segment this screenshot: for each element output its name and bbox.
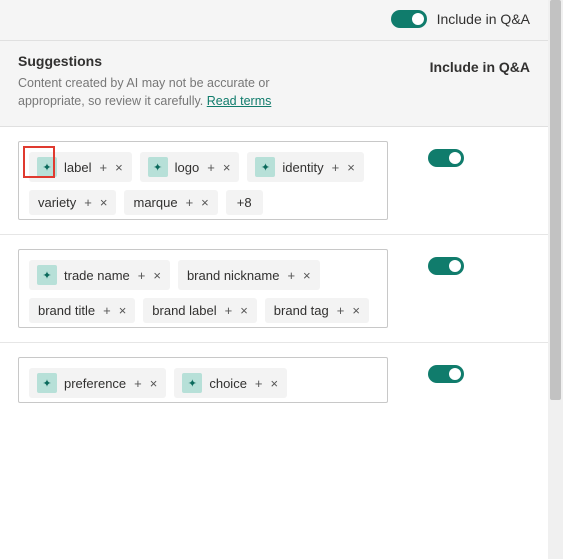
suggestions-title: Suggestions <box>18 53 338 69</box>
sparkle-icon: ✦ <box>37 265 57 285</box>
suggestion-row: ✦ preference + × ✦ choice + × <box>0 343 548 417</box>
close-icon[interactable]: × <box>152 268 162 283</box>
chip-label: choice <box>208 376 248 391</box>
sparkle-icon: ✦ <box>37 157 57 177</box>
close-icon[interactable]: × <box>346 160 356 175</box>
chip-box: ✦ label + × ✦ logo + × ✦ identity + × va… <box>18 141 388 220</box>
chip-label: brand title <box>37 303 96 318</box>
read-terms-link[interactable]: Read terms <box>207 94 272 108</box>
include-qna-label-top: Include in Q&A <box>437 11 530 27</box>
close-icon[interactable]: × <box>200 195 210 210</box>
chip[interactable]: ✦ label + × <box>29 152 132 182</box>
chip[interactable]: marque + × <box>124 190 217 215</box>
add-icon[interactable]: + <box>185 195 195 210</box>
chip-label: brand label <box>151 303 217 318</box>
chip-box: ✦ preference + × ✦ choice + × <box>18 357 388 403</box>
suggestion-row: ✦ label + × ✦ logo + × ✦ identity + × va… <box>0 127 548 235</box>
add-icon[interactable]: + <box>206 160 216 175</box>
add-icon[interactable]: + <box>254 376 264 391</box>
chip[interactable]: ✦ identity + × <box>247 152 363 182</box>
add-icon[interactable]: + <box>137 268 147 283</box>
overflow-label: +8 <box>236 195 253 210</box>
close-icon[interactable]: × <box>149 376 159 391</box>
chip[interactable]: ✦ choice + × <box>174 368 287 398</box>
add-icon[interactable]: + <box>286 268 296 283</box>
include-qna-toggle-top[interactable] <box>391 10 427 28</box>
chip[interactable]: brand label + × <box>143 298 257 323</box>
overflow-chip[interactable]: +8 <box>226 190 263 215</box>
chip-label: brand tag <box>273 303 330 318</box>
column-header-include: Include in Q&A <box>430 53 530 75</box>
include-qna-toggle[interactable] <box>428 149 464 167</box>
add-icon[interactable]: + <box>331 160 341 175</box>
close-icon[interactable]: × <box>239 303 249 318</box>
chip[interactable]: variety + × <box>29 190 116 215</box>
sparkle-icon: ✦ <box>37 373 57 393</box>
chip[interactable]: brand tag + × <box>265 298 369 323</box>
add-icon[interactable]: + <box>83 195 93 210</box>
chip[interactable]: brand title + × <box>29 298 135 323</box>
chip[interactable]: brand nickname + × <box>178 260 320 290</box>
chip[interactable]: ✦ logo + × <box>140 152 240 182</box>
close-icon[interactable]: × <box>118 303 128 318</box>
close-icon[interactable]: × <box>302 268 312 283</box>
chip[interactable]: ✦ trade name + × <box>29 260 170 290</box>
scrollbar[interactable] <box>548 0 563 559</box>
include-qna-toggle[interactable] <box>428 365 464 383</box>
add-icon[interactable]: + <box>98 160 108 175</box>
chip-label: marque <box>132 195 178 210</box>
chip-label: variety <box>37 195 77 210</box>
add-icon[interactable]: + <box>133 376 143 391</box>
scrollbar-thumb[interactable] <box>550 0 561 400</box>
chip-label: logo <box>174 160 201 175</box>
chip-label: preference <box>63 376 127 391</box>
close-icon[interactable]: × <box>222 160 232 175</box>
close-icon[interactable]: × <box>114 160 124 175</box>
close-icon[interactable]: × <box>351 303 361 318</box>
close-icon[interactable]: × <box>270 376 280 391</box>
chip-label: identity <box>281 160 324 175</box>
header-row: Suggestions Content created by AI may no… <box>0 41 548 127</box>
top-bar: Include in Q&A <box>0 0 548 41</box>
sparkle-icon: ✦ <box>255 157 275 177</box>
suggestion-row: ✦ trade name + × brand nickname + × bran… <box>0 235 548 343</box>
chip[interactable]: ✦ preference + × <box>29 368 166 398</box>
suggestions-desc: Content created by AI may not be accurat… <box>18 75 338 110</box>
add-icon[interactable]: + <box>224 303 234 318</box>
add-icon[interactable]: + <box>102 303 112 318</box>
include-qna-toggle[interactable] <box>428 257 464 275</box>
sparkle-icon: ✦ <box>148 157 168 177</box>
chip-label: trade name <box>63 268 131 283</box>
close-icon[interactable]: × <box>99 195 109 210</box>
chip-box: ✦ trade name + × brand nickname + × bran… <box>18 249 388 328</box>
sparkle-icon: ✦ <box>182 373 202 393</box>
chip-label: brand nickname <box>186 268 281 283</box>
chip-label: label <box>63 160 92 175</box>
add-icon[interactable]: + <box>336 303 346 318</box>
